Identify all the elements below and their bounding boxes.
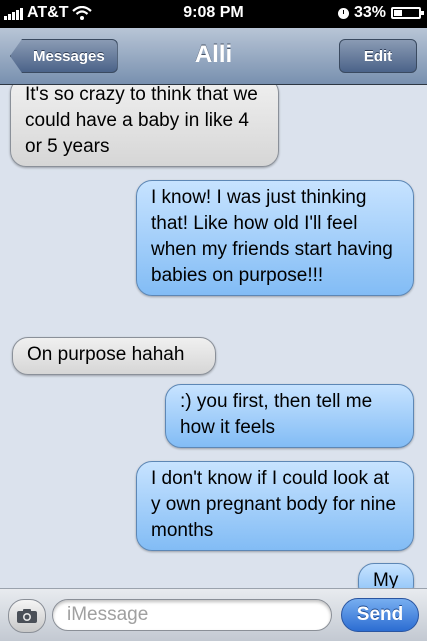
send-button[interactable]: Send bbox=[341, 598, 419, 632]
camera-icon bbox=[17, 609, 37, 623]
battery-icon bbox=[391, 7, 424, 19]
message-bubble-received[interactable]: It's so crazy to think that we could hav… bbox=[10, 85, 279, 167]
message-bubble-sent[interactable]: My bbox=[358, 563, 414, 588]
message-input[interactable] bbox=[52, 599, 332, 631]
camera-button[interactable] bbox=[8, 599, 46, 633]
message-bubble-received[interactable]: On purpose hahah bbox=[12, 337, 216, 375]
message-bubble-sent[interactable]: I don't know if I could look at y own pr… bbox=[136, 461, 414, 551]
status-bar: AT&T 9:08 PM 33% bbox=[0, 0, 427, 28]
alarm-icon bbox=[337, 7, 349, 19]
status-right: 33% bbox=[337, 4, 424, 22]
nav-bar: Messages Alli Edit bbox=[0, 28, 427, 85]
message-bubble-sent[interactable]: :) you first, then tell me how it feels bbox=[165, 384, 414, 448]
battery-level bbox=[394, 10, 402, 16]
battery-percent: 33% bbox=[353, 4, 386, 21]
edit-button[interactable]: Edit bbox=[339, 39, 417, 73]
message-thread[interactable]: It's so crazy to think that we could hav… bbox=[0, 85, 427, 588]
message-bubble-sent[interactable]: I know! I was just thinking that! Like h… bbox=[136, 180, 414, 296]
compose-bar: Send bbox=[0, 588, 427, 641]
